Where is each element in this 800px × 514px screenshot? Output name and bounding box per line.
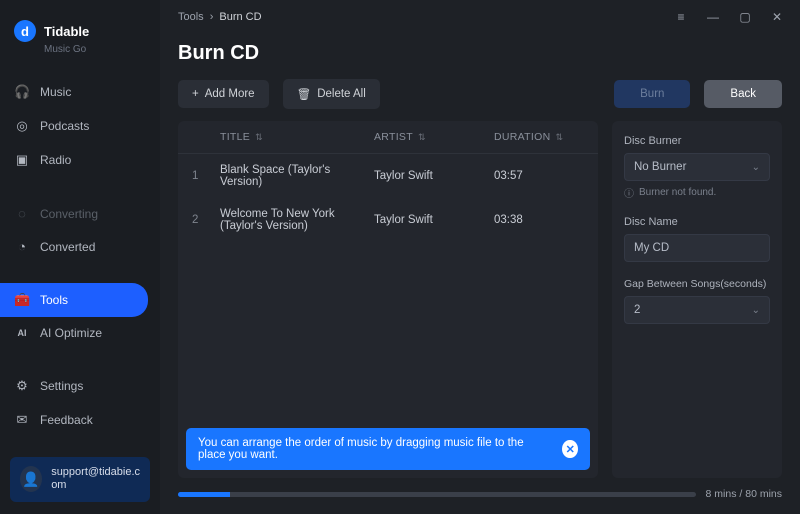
brand-row: d Tidable: [0, 10, 160, 46]
back-button[interactable]: Back: [704, 80, 782, 108]
sidebar-item-converting[interactable]: ◌ Converting: [0, 197, 160, 230]
capacity-progress: [178, 492, 696, 497]
envelope-icon: ✉: [14, 412, 30, 428]
sort-icon: ⇅: [555, 132, 563, 143]
track-artist: Taylor Swift: [374, 170, 494, 182]
sidebar: d Tidable Music Go 🎧 Music ◎ Podcasts ▣ …: [0, 0, 160, 514]
sidebar-item-label: Radio: [40, 153, 71, 167]
nav-group-library: 🎧 Music ◎ Podcasts ▣ Radio: [0, 75, 160, 177]
ai-icon: AI: [14, 328, 30, 338]
avatar-icon: 👤: [20, 466, 42, 492]
col-duration[interactable]: DURATION⇅: [494, 131, 584, 143]
gap-select[interactable]: 2 ⌄: [624, 296, 770, 324]
page-title: Burn CD: [160, 28, 800, 79]
gear-icon: ⚙: [14, 378, 30, 394]
nav-group-convert: ◌ Converting ◔ Converted: [0, 197, 160, 263]
track-artist: Taylor Swift: [374, 214, 494, 226]
brand-logo: d: [14, 20, 36, 42]
add-more-button[interactable]: + Add More: [178, 80, 269, 108]
sidebar-item-label: Feedback: [40, 413, 93, 427]
sidebar-item-radio[interactable]: ▣ Radio: [0, 143, 160, 177]
sidebar-item-music[interactable]: 🎧 Music: [0, 75, 160, 109]
table-row[interactable]: 1 Blank Space (Taylor's Version) Taylor …: [178, 154, 598, 198]
sidebar-item-label: Converted: [40, 240, 95, 254]
track-duration: 03:57: [494, 170, 584, 182]
col-title[interactable]: TITLE⇅: [220, 131, 374, 143]
radio-icon: ▣: [14, 152, 30, 168]
table-body: 1 Blank Space (Taylor's Version) Taylor …: [178, 154, 598, 420]
trash-icon: 🗑: [297, 87, 312, 101]
disc-name-label: Disc Name: [624, 216, 770, 228]
breadcrumb: Tools › Burn CD: [178, 11, 262, 23]
nav-group-misc: ⚙ Settings ✉ Feedback: [0, 369, 160, 437]
breadcrumb-item: Burn CD: [219, 11, 261, 23]
close-icon[interactable]: ✕: [562, 440, 578, 458]
col-artist[interactable]: ARTIST⇅: [374, 131, 494, 143]
brand-subtitle: Music Go: [0, 44, 160, 55]
track-duration: 03:38: [494, 214, 584, 226]
sidebar-item-label: Podcasts: [40, 119, 89, 133]
track-table: TITLE⇅ ARTIST⇅ DURATION⇅ 1 Blank Space (…: [178, 121, 598, 478]
chevron-down-icon: ⌄: [752, 162, 760, 173]
table-header: TITLE⇅ ARTIST⇅ DURATION⇅: [178, 121, 598, 154]
sidebar-item-label: AI Optimize: [40, 326, 102, 340]
main: Tools › Burn CD ≡ — ▢ ✕ Burn CD + Add Mo…: [160, 0, 800, 514]
bottom-bar: 8 mins / 80 mins: [160, 478, 800, 514]
titlebar: Tools › Burn CD ≡ — ▢ ✕: [160, 0, 800, 28]
sidebar-item-label: Tools: [40, 293, 68, 307]
sidebar-item-ai-optimize[interactable]: AI AI Optimize: [0, 317, 160, 349]
burner-helper: ⓘ Burner not found.: [624, 185, 770, 200]
sidebar-item-tools[interactable]: 🧰 Tools: [0, 283, 148, 317]
table-row[interactable]: 2 Welcome To New York (Taylor's Version)…: [178, 198, 598, 242]
chevron-down-icon: ⌄: [752, 305, 760, 316]
disc-name-input[interactable]: My CD: [624, 234, 770, 262]
clock-icon: ◔: [14, 239, 30, 254]
track-title: Welcome To New York (Taylor's Version): [220, 208, 374, 232]
disc-settings-panel: Disc Burner No Burner ⌄ ⓘ Burner not fou…: [612, 121, 782, 478]
disc-burner-label: Disc Burner: [624, 135, 770, 147]
sort-icon: ⇅: [255, 132, 263, 143]
sidebar-item-label: Music: [40, 85, 71, 99]
delete-all-button[interactable]: 🗑 Delete All: [283, 79, 380, 109]
sidebar-item-label: Converting: [40, 207, 98, 221]
spinner-icon: ◌: [14, 206, 30, 221]
nav-group-tools: 🧰 Tools AI AI Optimize: [0, 283, 160, 349]
tools-icon: 🧰: [14, 292, 30, 308]
info-icon: ⓘ: [624, 185, 634, 200]
disc-burner-select[interactable]: No Burner ⌄: [624, 153, 770, 181]
plus-icon: +: [192, 88, 199, 100]
track-title: Blank Space (Taylor's Version): [220, 164, 374, 188]
hint-banner: You can arrange the order of music by dr…: [186, 428, 590, 470]
brand-name: Tidable: [44, 24, 89, 39]
minimize-button[interactable]: —: [704, 10, 722, 24]
breadcrumb-item[interactable]: Tools: [178, 11, 204, 23]
toolbar: + Add More 🗑 Delete All Burn Back: [160, 79, 800, 121]
menu-icon[interactable]: ≡: [672, 10, 690, 24]
sidebar-item-settings[interactable]: ⚙ Settings: [0, 369, 160, 403]
progress-fill: [178, 492, 230, 497]
close-button[interactable]: ✕: [768, 10, 786, 24]
support-email: support@tidabie.com: [51, 466, 140, 494]
capacity-label: 8 mins / 80 mins: [706, 488, 782, 500]
maximize-button[interactable]: ▢: [736, 10, 754, 24]
podcast-icon: ◎: [14, 118, 30, 134]
burn-button[interactable]: Burn: [614, 80, 690, 108]
sort-icon: ⇅: [418, 132, 426, 143]
sidebar-item-label: Settings: [40, 379, 83, 393]
gap-label: Gap Between Songs(seconds): [624, 278, 770, 290]
sidebar-item-feedback[interactable]: ✉ Feedback: [0, 403, 160, 437]
sidebar-item-converted[interactable]: ◔ Converted: [0, 230, 160, 263]
chevron-right-icon: ›: [210, 11, 214, 23]
support-card[interactable]: 👤 support@tidabie.com: [10, 457, 150, 503]
sidebar-item-podcasts[interactable]: ◎ Podcasts: [0, 109, 160, 143]
headphones-icon: 🎧: [14, 84, 30, 100]
hint-text: You can arrange the order of music by dr…: [198, 437, 552, 461]
